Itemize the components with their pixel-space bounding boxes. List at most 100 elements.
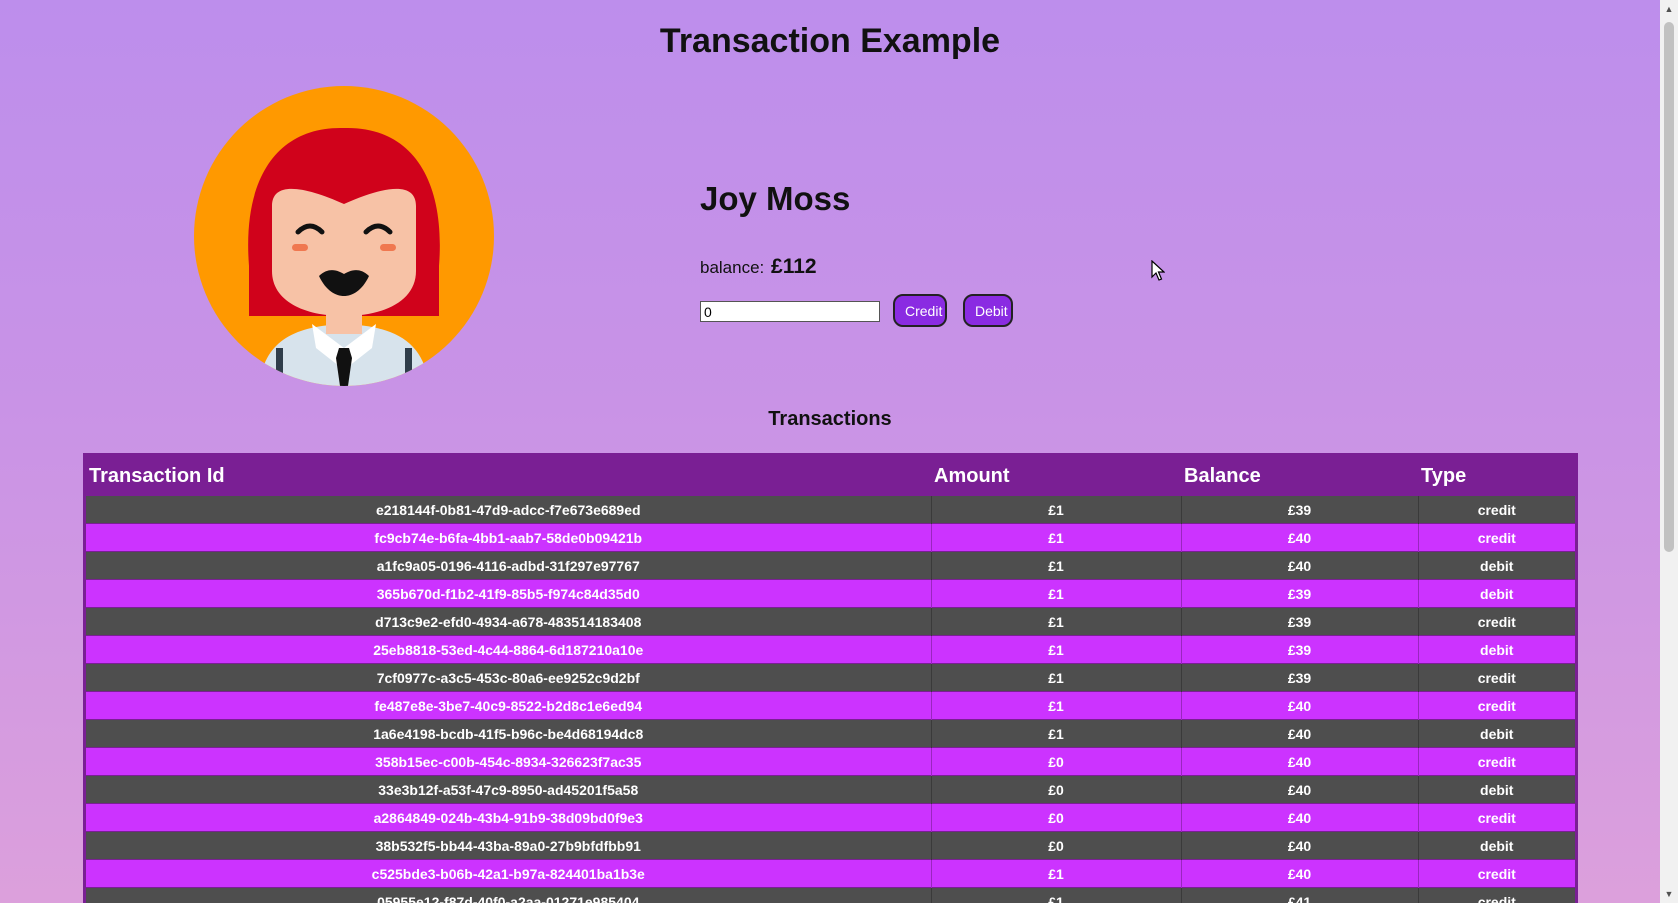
cell-transaction-id: 7cf0977c-a3c5-453c-80a6-ee9252c9d2bf	[86, 663, 932, 692]
cell-type: credit	[1418, 607, 1575, 636]
cell-amount: £0	[931, 803, 1182, 832]
cell-balance: £40	[1181, 523, 1419, 552]
cell-transaction-id: 1a6e4198-bcdb-41f5-b96c-be4d68194dc8	[86, 719, 932, 748]
cell-transaction-id: fe487e8e-3be7-40c9-8522-b2d8c1e6ed94	[86, 691, 932, 720]
credit-button[interactable]: Credit	[893, 294, 947, 327]
cell-balance: £39	[1181, 496, 1419, 524]
cell-amount: £1	[931, 859, 1182, 888]
cell-balance: £40	[1181, 831, 1419, 860]
transactions-table: Transaction Id Amount Balance Type e2181…	[86, 456, 1575, 903]
cell-transaction-id: 25eb8818-53ed-4c44-8864-6d187210a10e	[86, 635, 932, 664]
cell-balance: £39	[1181, 635, 1419, 664]
table-row: a1fc9a05-0196-4116-adbd-31f297e97767 £1 £4…	[86, 551, 1575, 580]
cell-type: debit	[1418, 719, 1575, 748]
profile-section: Joy Moss	[700, 180, 850, 218]
table-row: 365b670d-f1b2-41f9-85b5-f974c84d35d0 £1 £3…	[86, 579, 1575, 608]
scroll-down-arrow-icon[interactable]: ▼	[1660, 885, 1678, 903]
cell-amount: £1	[931, 551, 1182, 580]
cell-type: credit	[1418, 887, 1575, 903]
cell-balance: £40	[1181, 775, 1419, 804]
cell-balance: £40	[1181, 719, 1419, 748]
scrollbar-thumb[interactable]	[1664, 22, 1674, 552]
cell-transaction-id: 05955e12-f87d-40f0-a2aa-01271e985404	[86, 887, 932, 903]
vertical-scrollbar[interactable]: ▲ ▼	[1660, 0, 1678, 903]
cell-type: credit	[1418, 859, 1575, 888]
cell-balance: £39	[1181, 607, 1419, 636]
cell-type: debit	[1418, 831, 1575, 860]
cell-transaction-id: 38b532f5-bb44-43ba-89a0-27b9bfdfbb91	[86, 831, 932, 860]
cell-transaction-id: e218144f-0b81-47d9-adcc-f7e673e689ed	[86, 496, 932, 524]
cell-type: credit	[1418, 691, 1575, 720]
cell-transaction-id: 33e3b12f-a53f-47c9-8950-ad45201f5a58	[86, 775, 932, 804]
cell-balance: £40	[1181, 859, 1419, 888]
table-row: 1a6e4198-bcdb-41f5-b96c-be4d68194dc8 £1 £4…	[86, 719, 1575, 748]
cell-amount: £1	[931, 691, 1182, 720]
cell-type: debit	[1418, 579, 1575, 608]
page-title: Transaction Example	[659, 22, 1001, 60]
column-header-transaction-id: Transaction Id	[86, 456, 931, 496]
cell-type: credit	[1418, 496, 1575, 524]
cell-type: credit	[1418, 663, 1575, 692]
balance-value: £112	[771, 255, 817, 278]
avatar-image	[194, 86, 494, 386]
transactions-table-container: Transaction Id Amount Balance Type e2181…	[83, 453, 1578, 903]
user-name: Joy Moss	[700, 180, 851, 217]
cell-balance: £40	[1181, 551, 1419, 580]
cell-amount: £1	[931, 887, 1182, 903]
table-row: 05955e12-f87d-40f0-a2aa-01271e985404 £1 £4…	[86, 887, 1575, 903]
cell-amount: £1	[931, 635, 1182, 664]
page-viewport: Transaction Example Joy Moss balance: £1…	[0, 0, 1660, 903]
cell-transaction-id: fc9cb74e-b6fa-4bb1-aab7-58de0b09421b	[86, 523, 932, 552]
cell-transaction-id: d713c9e2-efd0-4934-a678-483514183408	[86, 607, 932, 636]
table-row: fe487e8e-3be7-40c9-8522-b2d8c1e6ed94 £1 £4…	[86, 691, 1575, 720]
cell-amount: £0	[931, 775, 1182, 804]
table-row: a2864849-024b-43b4-91b9-38d09bd0f9e3 £0 £4…	[86, 803, 1575, 832]
table-row: c525bde3-b06b-42a1-b97a-824401ba1b3e £1 £4…	[86, 859, 1575, 888]
avatar	[194, 86, 494, 386]
transactions-table-body: e218144f-0b81-47d9-adcc-f7e673e689ed £1 £3…	[86, 496, 1575, 903]
cell-amount: £1	[931, 719, 1182, 748]
amount-input[interactable]	[700, 301, 880, 322]
cell-amount: £1	[931, 607, 1182, 636]
cell-balance: £39	[1181, 663, 1419, 692]
cell-type: credit	[1418, 803, 1575, 832]
cell-amount: £1	[931, 579, 1182, 608]
scroll-up-arrow-icon[interactable]: ▲	[1660, 0, 1678, 18]
cell-transaction-id: a2864849-024b-43b4-91b9-38d09bd0f9e3	[86, 803, 932, 832]
cell-amount: £0	[931, 831, 1182, 860]
table-row: fc9cb74e-b6fa-4bb1-aab7-58de0b09421b £1 £4…	[86, 523, 1575, 552]
cell-balance: £41	[1181, 887, 1419, 903]
cell-type: debit	[1418, 551, 1575, 580]
cell-amount: £0	[931, 747, 1182, 776]
table-row: d713c9e2-efd0-4934-a678-483514183408 £1 £3…	[86, 607, 1575, 636]
table-row: 358b15ec-c00b-454c-8934-326623f7ac35 £0 £4…	[86, 747, 1575, 776]
transactions-heading: Transactions	[768, 408, 892, 430]
table-row: 25eb8818-53ed-4c44-8864-6d187210a10e £1 £3…	[86, 635, 1575, 664]
cell-transaction-id: 358b15ec-c00b-454c-8934-326623f7ac35	[86, 747, 932, 776]
table-row: 38b532f5-bb44-43ba-89a0-27b9bfdfbb91 £0 £4…	[86, 831, 1575, 860]
cell-type: debit	[1418, 635, 1575, 664]
cell-amount: £1	[931, 496, 1182, 524]
cell-balance: £40	[1181, 691, 1419, 720]
cell-balance: £39	[1181, 579, 1419, 608]
cell-amount: £1	[931, 523, 1182, 552]
cell-type: debit	[1418, 775, 1575, 804]
cell-type: credit	[1418, 747, 1575, 776]
column-header-amount: Amount	[931, 456, 1181, 496]
balance-label: balance:	[700, 258, 765, 277]
cell-balance: £40	[1181, 803, 1419, 832]
debit-button[interactable]: Debit	[963, 294, 1013, 327]
cell-type: credit	[1418, 523, 1575, 552]
table-row: e218144f-0b81-47d9-adcc-f7e673e689ed £1 £3…	[86, 496, 1575, 524]
table-row: 33e3b12f-a53f-47c9-8950-ad45201f5a58 £0 £4…	[86, 775, 1575, 804]
column-header-type: Type	[1418, 456, 1575, 496]
column-header-balance: Balance	[1181, 456, 1418, 496]
cell-transaction-id: c525bde3-b06b-42a1-b97a-824401ba1b3e	[86, 859, 932, 888]
balance-display: balance: £112	[700, 255, 817, 279]
mouse-pointer-icon	[1151, 259, 1166, 287]
table-header-row: Transaction Id Amount Balance Type	[86, 456, 1575, 496]
cell-transaction-id: 365b670d-f1b2-41f9-85b5-f974c84d35d0	[86, 579, 932, 608]
table-row: 7cf0977c-a3c5-453c-80a6-ee9252c9d2bf £1 £3…	[86, 663, 1575, 692]
cell-amount: £1	[931, 663, 1182, 692]
cell-balance: £40	[1181, 747, 1419, 776]
